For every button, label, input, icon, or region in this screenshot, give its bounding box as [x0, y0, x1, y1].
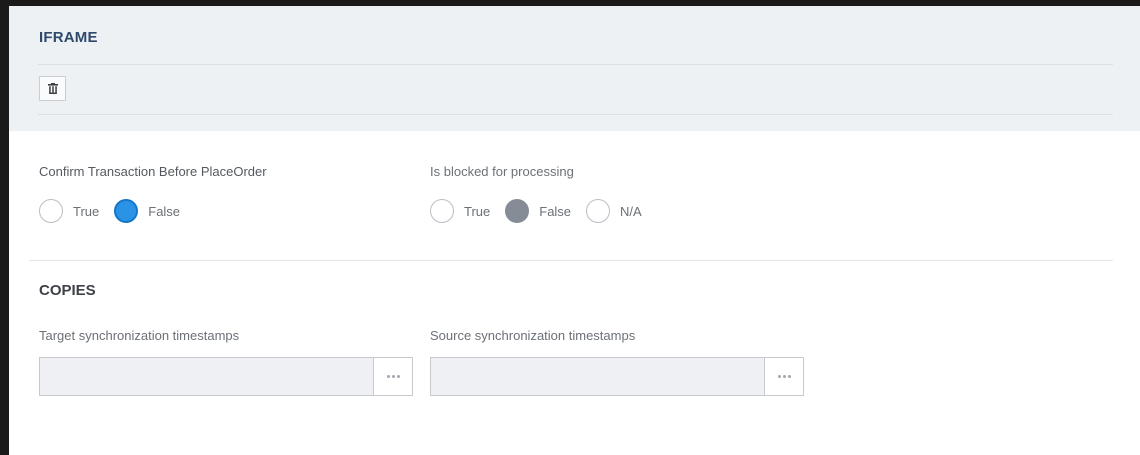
radio-label-false: False	[148, 203, 181, 219]
source-sync-browse-button[interactable]	[764, 357, 804, 396]
target-sync-label: Target synchronization timestamps	[39, 328, 240, 343]
source-sync-label: Source synchronization timestamps	[430, 328, 636, 343]
copies-section-title: COPIES	[39, 282, 96, 299]
radio-label-false: False	[539, 203, 572, 219]
ellipsis-icon	[777, 375, 791, 378]
source-sync-lookup	[430, 357, 804, 396]
radio-circle[interactable]	[430, 199, 454, 223]
radio-circle-selected[interactable]	[505, 199, 530, 223]
header-divider-bottom	[38, 114, 1113, 115]
iframe-header: IFRAME	[9, 6, 1140, 131]
source-sync-input[interactable]	[430, 357, 764, 396]
blocked-false-radio[interactable]: False	[505, 199, 571, 223]
target-sync-lookup	[39, 357, 413, 396]
trash-icon	[47, 83, 58, 94]
radio-label-true: True	[464, 203, 491, 219]
radio-circle[interactable]	[586, 199, 611, 223]
confirm-transaction-true-radio[interactable]: True	[39, 199, 99, 223]
section-divider	[29, 260, 1113, 261]
target-sync-browse-button[interactable]	[373, 357, 413, 396]
delete-button[interactable]	[39, 76, 66, 101]
confirm-transaction-false-radio[interactable]: False	[114, 199, 180, 223]
confirm-transaction-label: Confirm Transaction Before PlaceOrder	[39, 164, 267, 179]
radio-label-true: True	[73, 203, 100, 219]
radio-circle[interactable]	[39, 199, 63, 223]
blocked-na-radio[interactable]: N/A	[586, 199, 642, 223]
confirm-transaction-radio-group: True False	[39, 197, 195, 225]
ellipsis-icon	[386, 375, 400, 378]
target-sync-input[interactable]	[39, 357, 373, 396]
blocked-processing-radio-group: True False N/A	[430, 197, 657, 225]
blocked-processing-label: Is blocked for processing	[430, 164, 574, 179]
radio-circle-selected[interactable]	[114, 199, 139, 223]
header-divider	[38, 64, 1113, 65]
blocked-true-radio[interactable]: True	[430, 199, 490, 223]
radio-label-na: N/A	[620, 203, 642, 219]
iframe-title: IFRAME	[39, 29, 98, 46]
